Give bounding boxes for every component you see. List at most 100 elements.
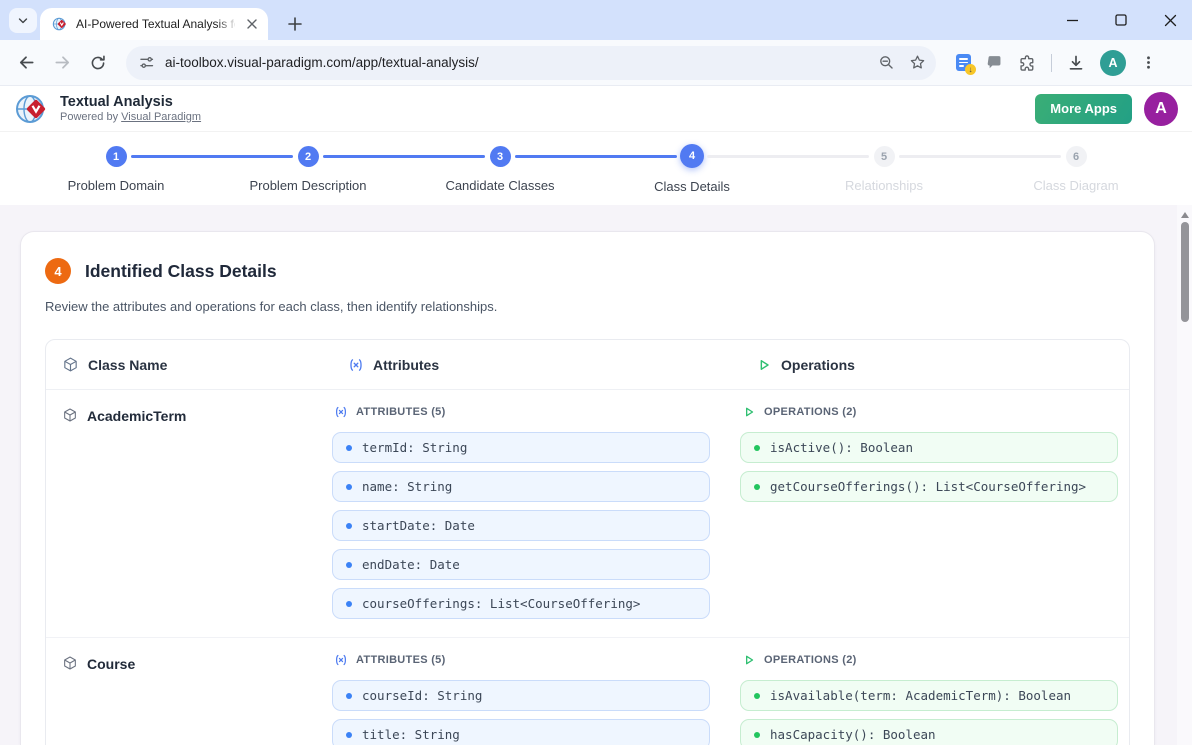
download-badge-icon: ↓ (965, 64, 976, 75)
page-content: 4 Identified Class Details Review the at… (0, 205, 1192, 745)
attribute-pill[interactable]: courseOfferings: List<CourseOffering> (332, 588, 710, 619)
attribute-text: title: String (362, 727, 460, 742)
stepper-step-1[interactable]: 1 Problem Domain (20, 145, 212, 205)
operations-section-label: OPERATIONS (2) (740, 405, 1129, 419)
bullet-dot-icon (346, 484, 352, 490)
column-header-operations: Operations (740, 357, 1129, 373)
attributes-cell: ATTRIBUTES (5) termId: String name: String… (332, 405, 740, 619)
step-label: Problem Domain (68, 178, 165, 193)
operation-text: isAvailable(term: AcademicTerm): Boolean (770, 688, 1071, 703)
scrollbar-up-arrow-icon[interactable] (1181, 212, 1189, 218)
app-title: Textual Analysis (60, 94, 201, 111)
browser-toolbar: ai-toolbox.visual-paradigm.com/app/textu… (0, 40, 1192, 86)
attributes-pill-list: termId: String name: String startDate: Dat… (332, 432, 740, 619)
reload-button[interactable] (82, 47, 114, 79)
visual-paradigm-link[interactable]: Visual Paradigm (121, 111, 201, 123)
downloads-icon[interactable] (1067, 54, 1085, 72)
attributes-icon (334, 405, 348, 419)
bookmark-star-icon[interactable] (909, 54, 926, 71)
class-details-table: Class Name Attributes Operations Academi… (45, 339, 1130, 745)
browser-profile-avatar[interactable]: A (1100, 50, 1126, 76)
class-details-card: 4 Identified Class Details Review the at… (20, 231, 1155, 745)
stepper-step-3[interactable]: 3Candidate Classes (404, 145, 596, 205)
attribute-pill[interactable]: termId: String (332, 432, 710, 463)
page-scrollbar[interactable] (1177, 205, 1192, 745)
plus-icon (288, 17, 302, 31)
bullet-dot-icon (754, 693, 760, 699)
more-apps-button[interactable]: More Apps (1035, 94, 1132, 124)
visual-paradigm-logo-icon (14, 91, 50, 127)
operation-text: getCourseOfferings(): List<CourseOfferin… (770, 479, 1086, 494)
powered-by-text: Powered by Visual Paradigm (60, 111, 201, 123)
attribute-pill[interactable]: endDate: Date (332, 549, 710, 580)
bullet-dot-icon (346, 523, 352, 529)
bullet-dot-icon (346, 562, 352, 568)
column-header-class-name: Class Name (46, 356, 332, 373)
table-body: AcademicTermATTRIBUTES (5)termId: String… (46, 390, 1129, 745)
operation-pill[interactable]: isAvailable(term: AcademicTerm): Boolean (740, 680, 1118, 711)
attributes-cell: ATTRIBUTES (5) courseId: String title: Str… (332, 653, 740, 745)
window-close-button[interactable] (1162, 12, 1178, 28)
operation-pill[interactable]: isActive(): Boolean (740, 432, 1118, 463)
forward-button[interactable] (46, 47, 78, 79)
cube-icon (62, 356, 79, 373)
operation-pill[interactable]: hasCapacity(): Boolean (740, 719, 1118, 745)
back-arrow-icon (17, 53, 36, 72)
app-header: Textual Analysis Powered by Visual Parad… (0, 86, 1192, 131)
stepper-step-5[interactable]: 5Relationships (788, 145, 980, 205)
table-header-row: Class Name Attributes Operations (46, 340, 1129, 390)
step-label: Problem Description (249, 178, 366, 193)
browser-tab[interactable]: AI-Powered Textual Analysis for (40, 8, 268, 40)
attributes-section-label: ATTRIBUTES (5) (332, 405, 740, 419)
attribute-text: courseOfferings: List<CourseOffering> (362, 596, 640, 611)
attribute-pill[interactable]: title: String (332, 719, 710, 745)
tab-title-fade (216, 14, 238, 34)
operation-pill[interactable]: getCourseOfferings(): List<CourseOfferin… (740, 471, 1118, 502)
address-bar[interactable]: ai-toolbox.visual-paradigm.com/app/textu… (126, 46, 936, 80)
step-label: Class Details (654, 179, 730, 194)
browser-menu-icon[interactable] (1141, 55, 1156, 70)
class-name-cell: AcademicTerm (46, 405, 332, 619)
step-label: Candidate Classes (445, 178, 554, 193)
card-header: 4 Identified Class Details (45, 258, 1130, 284)
window-minimize-button[interactable] (1064, 12, 1080, 28)
back-button[interactable] (10, 47, 42, 79)
comment-extension-icon[interactable] (986, 54, 1003, 71)
new-tab-button[interactable] (282, 11, 308, 37)
operations-pill-list: isActive(): Boolean getCourseOfferings():… (740, 432, 1129, 502)
step-circle: 5 (874, 146, 895, 167)
tab-close-button[interactable] (243, 16, 260, 33)
stepper: 1 Problem Domain 2Problem Description3Cand… (0, 131, 1192, 205)
app-title-block: Textual Analysis Powered by Visual Parad… (60, 94, 201, 123)
attributes-pill-list: courseId: String title: String (332, 680, 740, 745)
site-favicon-icon (52, 16, 68, 32)
page-title: Identified Class Details (85, 261, 277, 282)
url-text[interactable]: ai-toolbox.visual-paradigm.com/app/textu… (165, 55, 868, 70)
site-info-icon[interactable] (138, 54, 155, 71)
attribute-text: endDate: Date (362, 557, 460, 572)
window-maximize-button[interactable] (1113, 12, 1129, 28)
bullet-dot-icon (346, 601, 352, 607)
zoom-icon[interactable] (878, 54, 895, 71)
extensions-puzzle-icon[interactable] (1018, 54, 1036, 72)
class-name-cell: Course (46, 653, 332, 745)
user-avatar[interactable]: A (1144, 92, 1178, 126)
scrollbar-thumb[interactable] (1181, 222, 1189, 322)
stepper-step-4[interactable]: 4Class Details (596, 145, 788, 205)
attribute-pill[interactable]: courseId: String (332, 680, 710, 711)
reload-icon (89, 54, 107, 72)
section-label-text: ATTRIBUTES (5) (356, 654, 446, 666)
docs-extension-icon[interactable]: ↓ (956, 54, 971, 71)
column-header-attributes: Attributes (332, 357, 740, 373)
toolbar-extensions-area: ↓ A (946, 50, 1160, 76)
step-circle: 1 (106, 146, 127, 167)
bullet-dot-icon (346, 693, 352, 699)
tab-search-button[interactable] (9, 8, 37, 33)
stepper-step-2[interactable]: 2Problem Description (212, 145, 404, 205)
column-header-label: Attributes (373, 357, 439, 373)
stepper-step-6[interactable]: 6Class Diagram (980, 145, 1172, 205)
attribute-pill[interactable]: name: String (332, 471, 710, 502)
toolbar-divider (1051, 54, 1052, 72)
window-controls (1064, 0, 1178, 40)
attribute-pill[interactable]: startDate: Date (332, 510, 710, 541)
